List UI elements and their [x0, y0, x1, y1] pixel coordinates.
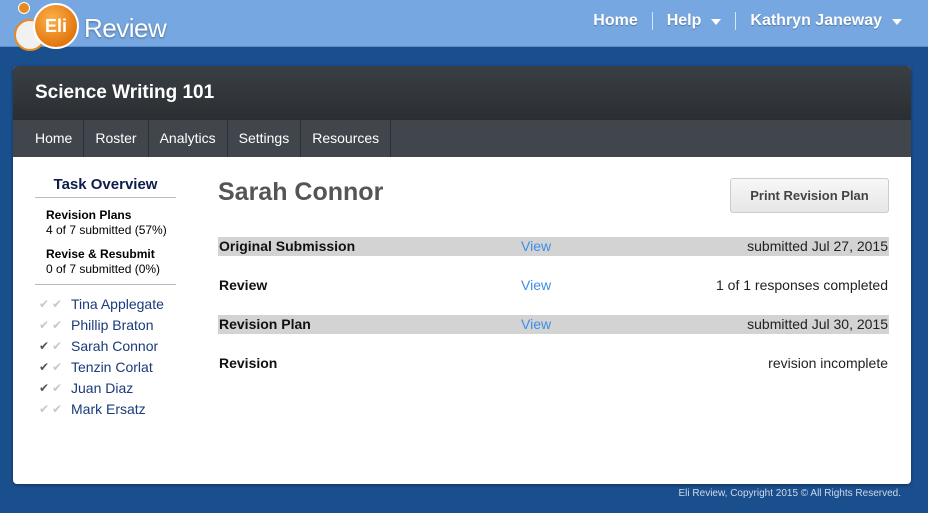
task-row: Review View 1 of 1 responses completed — [218, 276, 889, 295]
task-row-label: Original Submission — [219, 238, 356, 254]
check-icon: ✔ — [39, 317, 50, 332]
tab-home[interactable]: Home — [13, 120, 85, 157]
view-link[interactable]: View — [521, 277, 551, 293]
tab-analytics[interactable]: Analytics — [149, 120, 228, 157]
task-rows: Original Submission View submitted Jul 2… — [218, 237, 889, 373]
check-icon: ✔ — [52, 401, 63, 416]
check-icon: ✔ — [39, 401, 50, 416]
task-row-label: Revision — [219, 355, 278, 371]
task-row-status: revision incomplete — [768, 355, 888, 371]
stat-value: 0 of 7 submitted (0%) — [46, 262, 161, 276]
check-icon: ✔ — [39, 296, 50, 311]
student-item-tenzin-corlat[interactable]: ✔ ✔ Tenzin Corlat — [39, 356, 176, 377]
tab-resources[interactable]: Resources — [301, 120, 392, 157]
check-icon: ✔ — [39, 359, 50, 374]
view-link[interactable]: View — [521, 238, 551, 254]
user-menu[interactable]: Kathryn Janeway — [750, 12, 902, 30]
student-detail: Sarah Connor Print Revision Plan Origina… — [218, 176, 889, 393]
top-nav-home-label: Home — [593, 12, 638, 29]
student-list: ✔ ✔ Tina Applegate ✔ ✔ Phillip Braton ✔ ✔ S… — [39, 293, 176, 419]
student-item-tina-applegate[interactable]: ✔ ✔ Tina Applegate — [39, 293, 176, 314]
chevron-down-icon — [892, 19, 902, 25]
stat-label: Revision Plans — [46, 208, 132, 222]
top-bar: Eli Review Home Help Kathryn Janeway — [0, 0, 928, 51]
course-title: Science Writing 101 — [13, 66, 911, 119]
student-item-mark-ersatz[interactable]: ✔ ✔ Mark Ersatz — [39, 398, 176, 419]
tab-roster[interactable]: Roster — [84, 120, 149, 157]
check-icon: ✔ — [39, 338, 50, 353]
student-name-link[interactable]: Juan Diaz — [71, 380, 133, 396]
stat-revise-resubmit: Revise & Resubmit 0 of 7 submitted (0%) — [35, 247, 176, 276]
student-name-link[interactable]: Phillip Braton — [71, 317, 154, 333]
nav-divider — [651, 12, 653, 30]
student-name-link[interactable]: Sarah Connor — [71, 338, 158, 354]
top-nav-help-label: Help — [666, 12, 702, 29]
stat-value: 4 of 7 submitted (57%) — [46, 223, 167, 237]
check-icon: ✔ — [52, 380, 63, 395]
logo-dot-icon — [18, 2, 30, 14]
chevron-down-icon — [711, 19, 722, 25]
top-nav-home[interactable]: Home — [593, 12, 637, 30]
check-icon: ✔ — [52, 338, 63, 353]
course-nav: Home Roster Analytics Settings Resources — [13, 119, 911, 157]
check-icon: ✔ — [52, 317, 63, 332]
user-name: Kathryn Janeway — [750, 12, 882, 29]
sidebar-divider — [35, 284, 176, 285]
task-row-status: submitted Jul 27, 2015 — [747, 238, 888, 254]
student-name-link[interactable]: Mark Ersatz — [71, 401, 146, 417]
logo-word: Review — [84, 13, 167, 43]
view-link[interactable]: View — [521, 316, 551, 332]
task-row: Revision revision incomplete — [218, 354, 889, 373]
student-item-phillip-braton[interactable]: ✔ ✔ Phillip Braton — [39, 314, 176, 335]
task-overview-sidebar: Task Overview Revision Plans 4 of 7 subm… — [35, 176, 176, 419]
sidebar-title: Task Overview — [35, 176, 176, 198]
top-nav-help[interactable]: Help — [667, 12, 722, 30]
task-row: Revision Plan View submitted Jul 30, 201… — [218, 315, 889, 334]
check-icon: ✔ — [52, 359, 63, 374]
student-name-link[interactable]: Tenzin Corlat — [71, 359, 153, 375]
nav-divider — [735, 12, 737, 30]
print-revision-plan-button[interactable]: Print Revision Plan — [730, 178, 889, 213]
task-row-status: 1 of 1 responses completed — [716, 277, 888, 293]
task-row-label: Revision Plan — [219, 316, 311, 332]
stat-label: Revise & Resubmit — [46, 247, 155, 261]
stat-revision-plans: Revision Plans 4 of 7 submitted (57%) — [35, 208, 176, 237]
tab-settings[interactable]: Settings — [228, 120, 302, 157]
student-item-juan-diaz[interactable]: ✔ ✔ Juan Diaz — [39, 377, 176, 398]
top-nav: Home Help Kathryn Janeway — [593, 12, 902, 30]
footer-copyright: Eli Review, Copyright 2015 © All Rights … — [678, 488, 901, 499]
task-row-status: submitted Jul 30, 2015 — [747, 316, 888, 332]
logo-bubble: Eli — [33, 3, 79, 49]
eli-review-logo[interactable]: Eli Review — [14, 2, 167, 57]
task-row: Original Submission View submitted Jul 2… — [218, 237, 889, 256]
task-row-label: Review — [219, 277, 268, 293]
student-item-sarah-connor[interactable]: ✔ ✔ Sarah Connor — [39, 335, 176, 356]
student-name-link[interactable]: Tina Applegate — [71, 296, 164, 312]
check-icon: ✔ — [52, 296, 63, 311]
course-panel: Science Writing 101 Home Roster Analytic… — [13, 66, 911, 484]
check-icon: ✔ — [39, 380, 50, 395]
